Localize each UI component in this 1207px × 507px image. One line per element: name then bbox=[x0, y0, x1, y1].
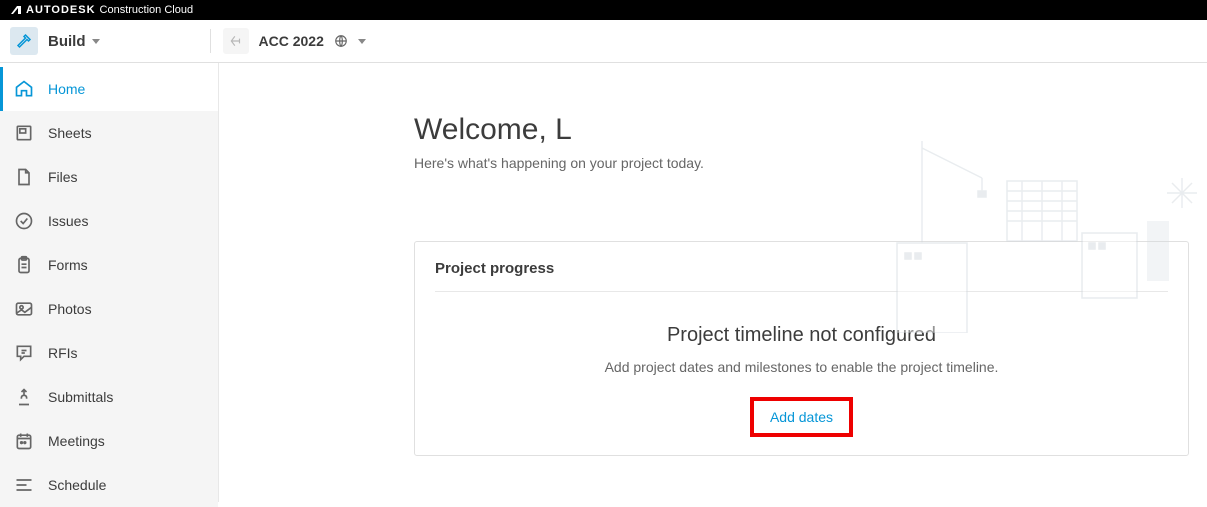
clipboard-icon bbox=[14, 255, 34, 275]
sidebar-item-sheets[interactable]: Sheets bbox=[0, 111, 218, 155]
sidebar-item-photos[interactable]: Photos bbox=[0, 287, 218, 331]
home-icon bbox=[14, 79, 34, 99]
sidebar-item-label: RFIs bbox=[48, 345, 78, 361]
sidebar-item-home[interactable]: Home bbox=[0, 67, 218, 111]
brand-logo[interactable]: AUTODESK Construction Cloud bbox=[10, 4, 193, 16]
sidebar-item-files[interactable]: Files bbox=[0, 155, 218, 199]
schedule-icon bbox=[14, 475, 34, 495]
sidebar-item-schedule[interactable]: Schedule bbox=[0, 463, 218, 507]
sidebar-item-submittals[interactable]: Submittals bbox=[0, 375, 218, 419]
submittal-icon bbox=[14, 387, 34, 407]
sidebar-item-issues[interactable]: Issues bbox=[0, 199, 218, 243]
rfi-icon bbox=[14, 343, 34, 363]
calendar-icon bbox=[14, 431, 34, 451]
sidebar-item-rfis[interactable]: RFIs bbox=[0, 331, 218, 375]
project-back-button[interactable] bbox=[223, 28, 249, 54]
sheets-icon bbox=[14, 123, 34, 143]
product-name: Construction Cloud bbox=[100, 4, 194, 16]
sidebar-item-label: Issues bbox=[48, 213, 88, 229]
sidebar-item-label: Submittals bbox=[48, 389, 113, 405]
back-arrow-icon bbox=[229, 34, 243, 48]
sidebar-item-label: Photos bbox=[48, 301, 92, 317]
brand-name: AUTODESK bbox=[26, 4, 96, 16]
header-divider bbox=[210, 29, 211, 53]
autodesk-icon bbox=[10, 5, 22, 15]
add-dates-button[interactable]: Add dates bbox=[750, 397, 853, 437]
timeline-desc: Add project dates and milestones to enab… bbox=[435, 359, 1168, 375]
file-icon bbox=[14, 167, 34, 187]
sidebar-item-label: Meetings bbox=[48, 433, 105, 449]
project-name: ACC 2022 bbox=[259, 33, 324, 49]
chevron-down-icon bbox=[92, 39, 100, 44]
hammer-icon bbox=[15, 32, 33, 50]
check-circle-icon bbox=[14, 211, 34, 231]
header: Build ACC 2022 bbox=[0, 20, 1207, 63]
photo-icon bbox=[14, 299, 34, 319]
main-content: Welcome, L Here's what's happening on yo… bbox=[219, 63, 1207, 502]
city-illustration bbox=[887, 133, 1207, 333]
app-name-label: Build bbox=[48, 33, 86, 50]
sidebar-item-label: Forms bbox=[48, 257, 88, 273]
top-bar: AUTODESK Construction Cloud bbox=[0, 0, 1207, 20]
sidebar-item-label: Files bbox=[48, 169, 78, 185]
sidebar: Home Sheets Files Issues Forms Photos RF… bbox=[0, 63, 219, 502]
app-icon[interactable] bbox=[10, 27, 38, 55]
sidebar-item-label: Schedule bbox=[48, 477, 106, 493]
sidebar-item-label: Sheets bbox=[48, 125, 92, 141]
globe-icon bbox=[334, 34, 348, 48]
chevron-down-icon[interactable] bbox=[358, 39, 366, 44]
sidebar-item-forms[interactable]: Forms bbox=[0, 243, 218, 287]
sidebar-item-label: Home bbox=[48, 81, 85, 97]
sidebar-item-meetings[interactable]: Meetings bbox=[0, 419, 218, 463]
app-selector[interactable]: Build bbox=[48, 33, 100, 50]
